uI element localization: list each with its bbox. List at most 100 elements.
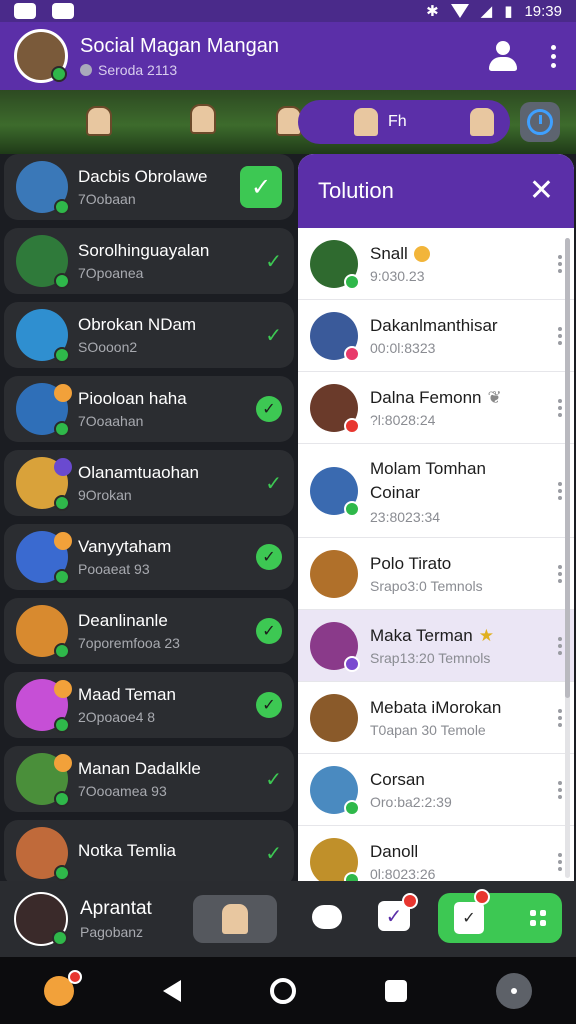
current-user-meta: Pagobanz xyxy=(80,924,144,940)
check-icon[interactable]: ✓ xyxy=(265,767,282,792)
close-icon[interactable]: ✕ xyxy=(529,176,554,206)
character-icon xyxy=(222,904,248,934)
item-meta: Srap13:20 Temnols xyxy=(370,649,491,666)
check-icon[interactable]: ✓ xyxy=(265,471,282,496)
item-name: Deanlinanle xyxy=(78,611,168,630)
list-item[interactable]: Obrokan NDam SOooon2 ✓ xyxy=(4,302,294,368)
more-options-icon[interactable] xyxy=(558,326,562,345)
app-header: Social Magan Mangan Seroda 2113 xyxy=(0,22,576,90)
bottom-bar: Aprantat Pagobanz ✓ ✓ xyxy=(0,881,576,957)
more-options-icon[interactable] xyxy=(558,398,562,417)
app-notification-icon xyxy=(52,3,74,19)
item-name: Dacbis Obrolawe xyxy=(78,167,208,186)
battery-icon: ▮ xyxy=(504,3,513,20)
item-name: Snall xyxy=(370,243,408,263)
character-button[interactable] xyxy=(193,895,277,943)
document-icon: ✓ xyxy=(454,902,484,934)
character-sprite xyxy=(190,104,216,134)
clock-button[interactable] xyxy=(520,102,560,142)
item-name: Manan Dadalkle xyxy=(78,759,201,778)
more-options-icon[interactable] xyxy=(558,254,562,273)
assistant-icon[interactable] xyxy=(495,972,532,1009)
more-options-icon[interactable] xyxy=(558,708,562,727)
item-meta: 7Oooamea 93 xyxy=(78,783,167,799)
check-icon[interactable]: ✓ xyxy=(256,544,282,570)
item-name: Piooloan haha xyxy=(78,389,187,408)
check-icon[interactable]: ✓ xyxy=(265,323,282,348)
avatar xyxy=(16,235,70,289)
item-meta: ?l:8028:24 xyxy=(370,411,436,428)
profile-icon[interactable] xyxy=(489,41,517,71)
list-item[interactable]: Manan Dadalkle 7Oooamea 93 ✓ xyxy=(4,746,294,812)
notification-icon xyxy=(14,3,36,19)
level-badge xyxy=(54,384,72,402)
friend-list: Dacbis Obrolawe 7Oobaan ✓ Sorolhinguayala… xyxy=(4,154,294,881)
avatar xyxy=(310,383,360,434)
avatar xyxy=(310,466,360,517)
level-badge xyxy=(54,458,72,476)
list-item[interactable]: Piooloan haha 7Ooaahan ✓ xyxy=(4,376,294,442)
avatar xyxy=(16,309,70,363)
list-item[interactable]: Dacbis Obrolawe 7Oobaan ✓ xyxy=(4,154,294,220)
scene-player-pill[interactable]: Fh xyxy=(298,100,510,144)
avatar[interactable] xyxy=(14,29,68,83)
online-badge xyxy=(344,655,360,672)
avatar[interactable] xyxy=(14,892,68,946)
list-item[interactable]: Olanamtuaohan 9Orokan ✓ xyxy=(4,450,294,516)
more-options-icon[interactable] xyxy=(558,636,562,655)
more-options-icon[interactable] xyxy=(558,780,562,799)
check-icon[interactable]: ✓ xyxy=(256,692,282,718)
more-options-icon[interactable] xyxy=(558,481,562,500)
item-meta: Pooaeat 93 xyxy=(78,561,150,577)
side-panel: Tolution ✕ Snall 9:030.23 Dakanlmanthisar… xyxy=(298,154,574,881)
online-badge xyxy=(54,569,70,585)
item-meta: SOooon2 xyxy=(78,339,138,355)
item-name: Maka Terman xyxy=(370,625,473,645)
check-icon[interactable]: ✓ xyxy=(265,841,282,866)
chat-icon[interactable] xyxy=(312,905,342,929)
level-badge xyxy=(54,680,72,698)
scrollbar[interactable] xyxy=(565,238,570,878)
online-badge xyxy=(54,495,70,511)
online-badge xyxy=(54,717,70,733)
player-sprite xyxy=(470,108,494,136)
item-meta: Oro:ba2:2:39 xyxy=(370,793,452,810)
recent-apps-icon[interactable] xyxy=(384,979,407,1002)
list-item[interactable]: Molam Tomhan Coinar 23:8023:34 xyxy=(298,444,574,538)
online-badge xyxy=(344,345,360,362)
list-item[interactable]: Deanlinanle 7oporemfooa 23 ✓ xyxy=(4,598,294,664)
avatar xyxy=(310,693,358,742)
list-item[interactable]: Notka Temlia ✓ xyxy=(4,820,294,881)
sparkle-icon: ❦ xyxy=(487,387,502,407)
list-item[interactable]: Maad Teman 2Opoaoe4 8 ✓ xyxy=(4,672,294,738)
check-icon[interactable]: ✓ xyxy=(256,396,282,422)
list-item[interactable]: Snall 9:030.23 xyxy=(298,228,574,300)
item-name: Dakanlmanthisar xyxy=(370,315,498,335)
level-badge xyxy=(54,532,72,550)
check-icon[interactable]: ✓ xyxy=(240,166,282,208)
home-icon[interactable] xyxy=(269,977,296,1004)
more-options-icon[interactable] xyxy=(558,564,562,583)
list-item[interactable]: Danoll 0l:8023:26 xyxy=(298,826,574,881)
app-shortcut-icon[interactable] xyxy=(44,969,83,1006)
scrollbar-thumb[interactable] xyxy=(565,238,570,698)
more-options-icon[interactable] xyxy=(551,44,556,68)
list-item[interactable]: Dakanlmanthisar 00:0l:8323 xyxy=(298,300,574,372)
missions-button[interactable]: ✓ xyxy=(438,889,562,943)
list-item[interactable]: Mebata iMorokan T0apan 30 Temole xyxy=(298,682,574,754)
online-badge xyxy=(344,871,360,881)
clock-text: 19:39 xyxy=(524,2,562,20)
item-name: Maad Teman xyxy=(78,685,176,704)
list-item[interactable]: Vanyytaham Pooaeat 93 ✓ xyxy=(4,524,294,590)
list-item-selected[interactable]: Maka Terman ★ Srap13:20 Temnols xyxy=(298,610,574,682)
list-item[interactable]: Polo Tirato Srapo3:0 Temnols xyxy=(298,538,574,610)
list-item[interactable]: Dalna Femonn ❦ ?l:8028:24 xyxy=(298,372,574,444)
back-icon[interactable] xyxy=(163,979,182,1002)
inbox-button[interactable]: ✓ xyxy=(378,893,418,931)
check-icon[interactable]: ✓ xyxy=(256,618,282,644)
check-icon[interactable]: ✓ xyxy=(265,249,282,274)
list-item[interactable]: Corsan Oro:ba2:2:39 xyxy=(298,754,574,826)
list-item[interactable]: Sorolhinguayalan 7Opoanea ✓ xyxy=(4,228,294,294)
item-name: Dalna Femonn xyxy=(370,387,482,407)
more-options-icon[interactable] xyxy=(558,852,562,871)
